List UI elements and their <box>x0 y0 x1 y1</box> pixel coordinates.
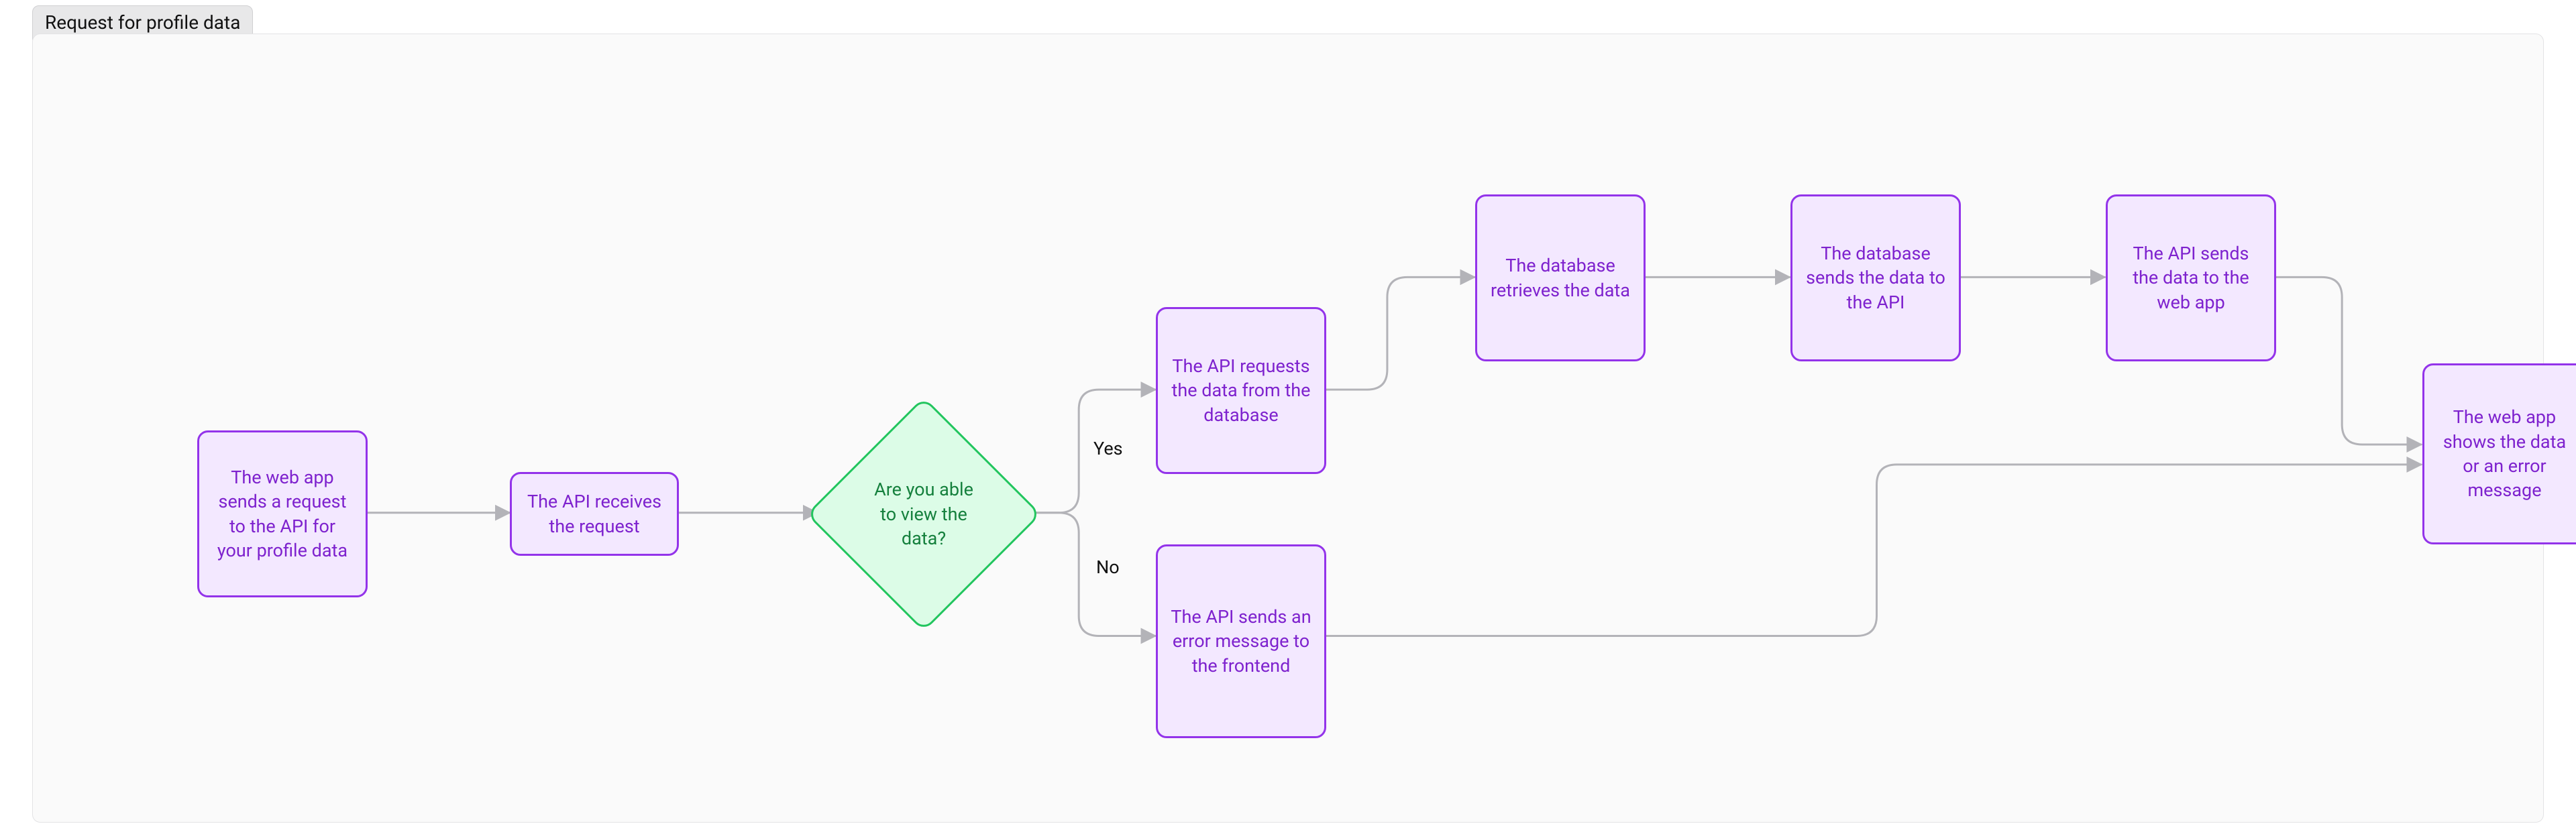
diagram-panel: Yes No The web app sends a request to th… <box>32 34 2544 823</box>
node-n7[interactable]: The API sends the data to the web app <box>2106 194 2276 361</box>
node-n2[interactable]: The API receives the request <box>510 472 679 556</box>
node-n8-text: The API sends an error message to the fr… <box>1170 605 1312 678</box>
edge-n7-n9 <box>2275 277 2421 445</box>
node-n6-text: The database sends the data to the API <box>1805 241 1947 314</box>
node-n7-text: The API sends the data to the web app <box>2120 241 2262 314</box>
node-n5[interactable]: The database retrieves the data <box>1475 194 1646 361</box>
node-n3[interactable]: Are you able to view the data? <box>841 431 1007 597</box>
node-n1-text: The web app sends a request to the API f… <box>211 465 354 563</box>
node-n9-text: The web app shows the data or an error m… <box>2436 405 2573 503</box>
page: Request for profile data <box>0 0 2576 828</box>
edge-n4-n5 <box>1326 277 1474 390</box>
node-n2-text: The API receives the request <box>524 489 665 538</box>
node-n6[interactable]: The database sends the data to the API <box>1790 194 1961 361</box>
flow-canvas: Yes No The web app sends a request to th… <box>33 34 2543 822</box>
edge-n8-n9 <box>1326 465 2421 636</box>
node-n4-text: The API requests the data from the datab… <box>1170 354 1312 427</box>
edge-n3-n4-yes <box>1027 390 1155 513</box>
node-n4[interactable]: The API requests the data from the datab… <box>1156 307 1326 474</box>
node-n1[interactable]: The web app sends a request to the API f… <box>197 430 368 597</box>
node-n9[interactable]: The web app shows the data or an error m… <box>2422 363 2576 544</box>
edge-label-no: No <box>1096 556 1120 578</box>
edge-label-yes: Yes <box>1093 438 1123 459</box>
node-n5-text: The database retrieves the data <box>1489 253 1631 302</box>
node-n3-text: Are you able to view the data? <box>841 431 1007 597</box>
edge-n3-n8-no <box>1027 513 1155 636</box>
node-n8[interactable]: The API sends an error message to the fr… <box>1156 544 1326 738</box>
